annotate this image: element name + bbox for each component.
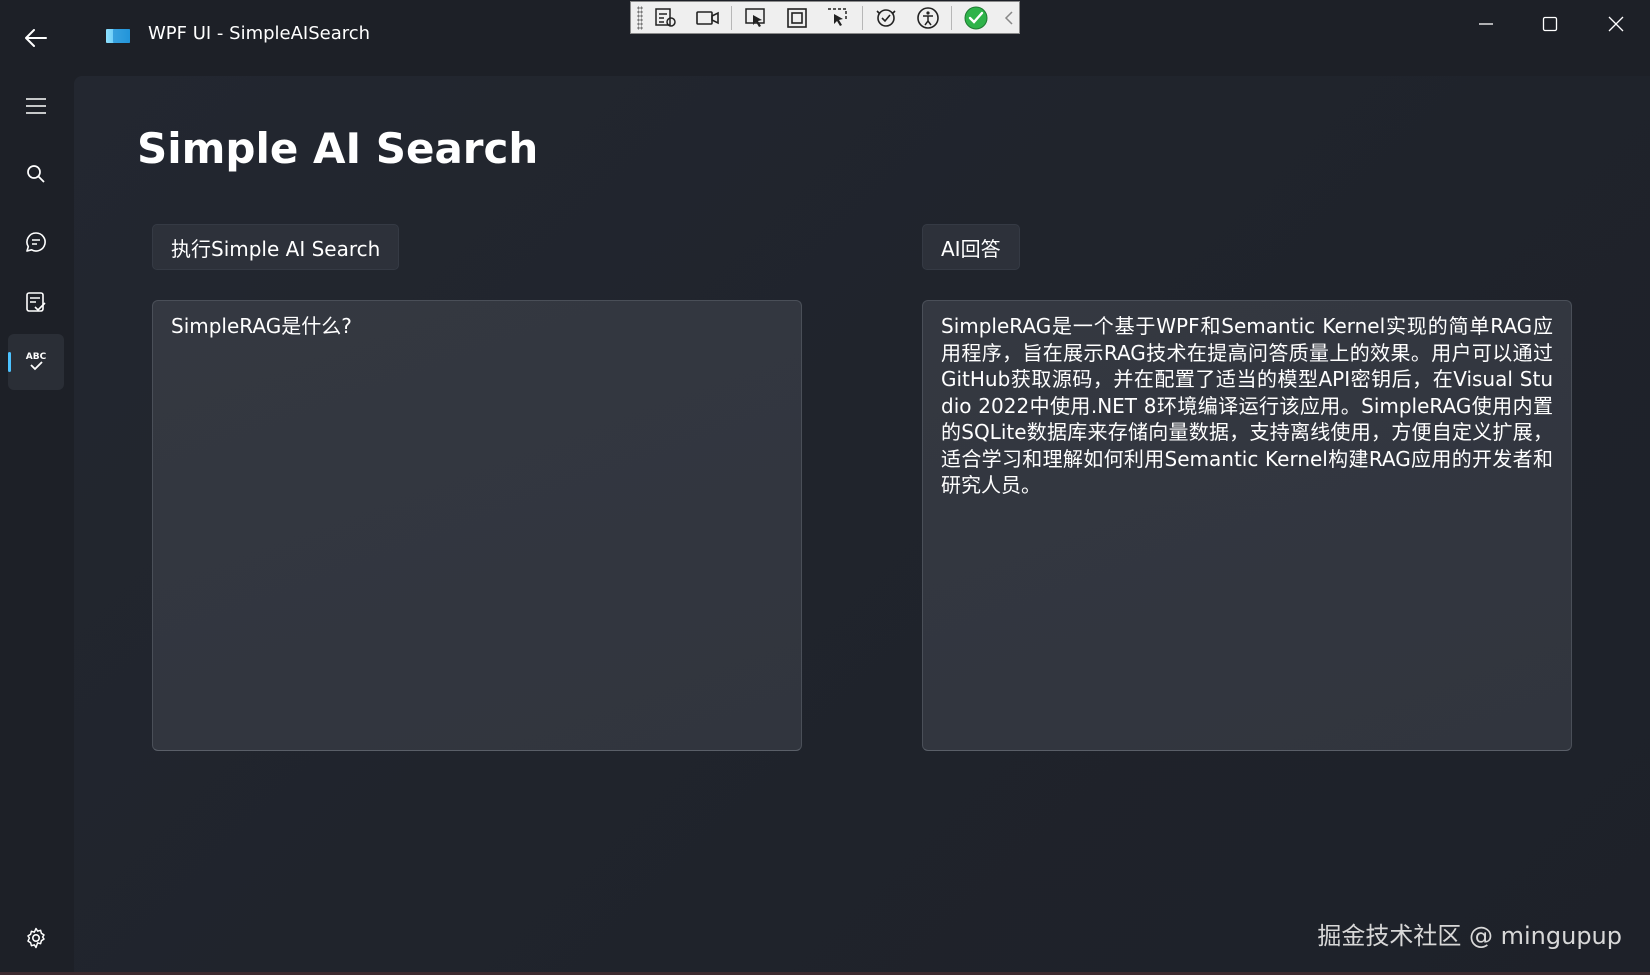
hot-reload-icon (876, 8, 897, 27)
hot-reload-button[interactable] (869, 4, 904, 32)
track-focus-icon (828, 7, 848, 26)
query-textbox[interactable]: SimpleRAG是什么? (152, 300, 802, 751)
navigation-pane: ABC (0, 76, 74, 975)
ai-answer-button[interactable]: AI回答 (922, 224, 1020, 270)
accessibility-icon (916, 6, 939, 29)
page-content: Simple AI Search 执行Simple AI Search AI回答… (74, 76, 1650, 975)
minimize-button[interactable] (1456, 6, 1516, 42)
toolbar-separator (861, 5, 863, 30)
app-window: WPF UI - SimpleAISearch ABC Simple AI Se… (0, 0, 1650, 975)
hamburger-menu-icon (26, 98, 46, 114)
minimize-icon (1479, 23, 1493, 25)
nav-menu-toggle[interactable] (8, 78, 64, 134)
nav-item-tasks[interactable] (8, 274, 64, 330)
answer-textbox[interactable]: SimpleRAG是一个基于WPF和Semantic Kernel实现的简单RA… (922, 300, 1572, 751)
check-circle-icon (964, 6, 988, 29)
chat-icon (26, 232, 46, 252)
maximize-button[interactable] (1520, 6, 1580, 42)
track-focus-button[interactable] (821, 4, 856, 32)
toolbar-grip[interactable] (637, 5, 643, 30)
live-tree-button[interactable] (649, 4, 684, 32)
chevron-left-icon (1005, 10, 1013, 25)
toolbar-separator (731, 5, 733, 30)
svg-text:ABC: ABC (26, 352, 47, 362)
collapse-toolbar-button[interactable] (999, 4, 1019, 32)
close-button[interactable] (1586, 6, 1646, 42)
close-icon (1608, 16, 1624, 32)
nav-item-chat[interactable] (8, 214, 64, 270)
run-search-button[interactable]: 执行Simple AI Search (152, 224, 400, 270)
toolbar-separator (951, 5, 953, 30)
watermark: 掘金技术社区 @ mingupup (1317, 922, 1622, 950)
record-button[interactable] (690, 4, 725, 32)
select-pointer-icon (745, 7, 765, 27)
title-bar: WPF UI - SimpleAISearch (0, 0, 1650, 76)
maximize-icon (1542, 16, 1558, 32)
nav-item-settings[interactable] (8, 910, 64, 966)
gear-icon (27, 927, 45, 949)
layout-adorner-icon (787, 7, 807, 28)
display-layout-adorner-button[interactable] (779, 4, 814, 32)
back-button[interactable] (16, 20, 56, 56)
back-arrow-icon (25, 29, 47, 47)
accessibility-checker-button[interactable] (910, 4, 945, 32)
search-icon (27, 165, 45, 183)
video-camera-icon (695, 10, 719, 25)
task-list-icon (26, 292, 46, 312)
binding-status-button[interactable] (958, 4, 993, 32)
select-element-button[interactable] (738, 4, 773, 32)
nav-item-search[interactable] (8, 146, 64, 202)
live-tree-icon (655, 7, 677, 27)
spellcheck-abc-icon: ABC (26, 352, 47, 371)
app-logo-icon (106, 29, 130, 43)
debug-toolbar (630, 1, 1020, 34)
page-title: Simple AI Search (137, 124, 539, 173)
nav-item-simple-ai-search[interactable]: ABC (8, 334, 64, 390)
window-title: WPF UI - SimpleAISearch (148, 23, 371, 44)
